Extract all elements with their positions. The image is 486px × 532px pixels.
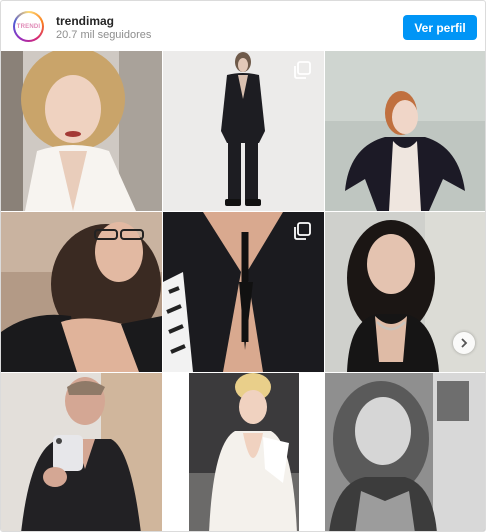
- profile-header: TRENDI trendimag 20.7 mil seguidores Ver…: [1, 1, 485, 51]
- photo-image: [163, 373, 324, 531]
- photo-image: [1, 373, 162, 531]
- photo-image: [325, 51, 485, 211]
- photo-image: [1, 51, 162, 211]
- view-profile-button[interactable]: Ver perfil: [403, 15, 477, 40]
- chevron-right-icon: [461, 338, 468, 348]
- instagram-embed-widget: TRENDI trendimag 20.7 mil seguidores Ver…: [0, 0, 486, 532]
- grid-photo[interactable]: [163, 51, 324, 211]
- multiple-photos-icon: [294, 61, 311, 79]
- avatar-inner: TRENDI: [15, 13, 42, 40]
- grid-photo[interactable]: [325, 51, 485, 211]
- grid-photo[interactable]: [1, 373, 162, 531]
- avatar-logo-text: TRENDI: [16, 23, 41, 30]
- follower-count: 20.7 mil seguidores: [56, 29, 152, 41]
- grid-photo[interactable]: [1, 51, 162, 211]
- avatar[interactable]: TRENDI: [13, 11, 44, 42]
- photo-grid: [1, 51, 485, 531]
- profile-username[interactable]: trendimag: [56, 14, 114, 28]
- grid-photo[interactable]: [325, 373, 485, 531]
- grid-photo[interactable]: [163, 373, 324, 531]
- grid-photo[interactable]: [1, 212, 162, 372]
- photo-image: [1, 212, 162, 372]
- grid-photo[interactable]: [163, 212, 324, 372]
- multiple-photos-icon: [294, 222, 311, 240]
- next-arrow-button[interactable]: [453, 332, 475, 354]
- photo-image: [325, 373, 485, 531]
